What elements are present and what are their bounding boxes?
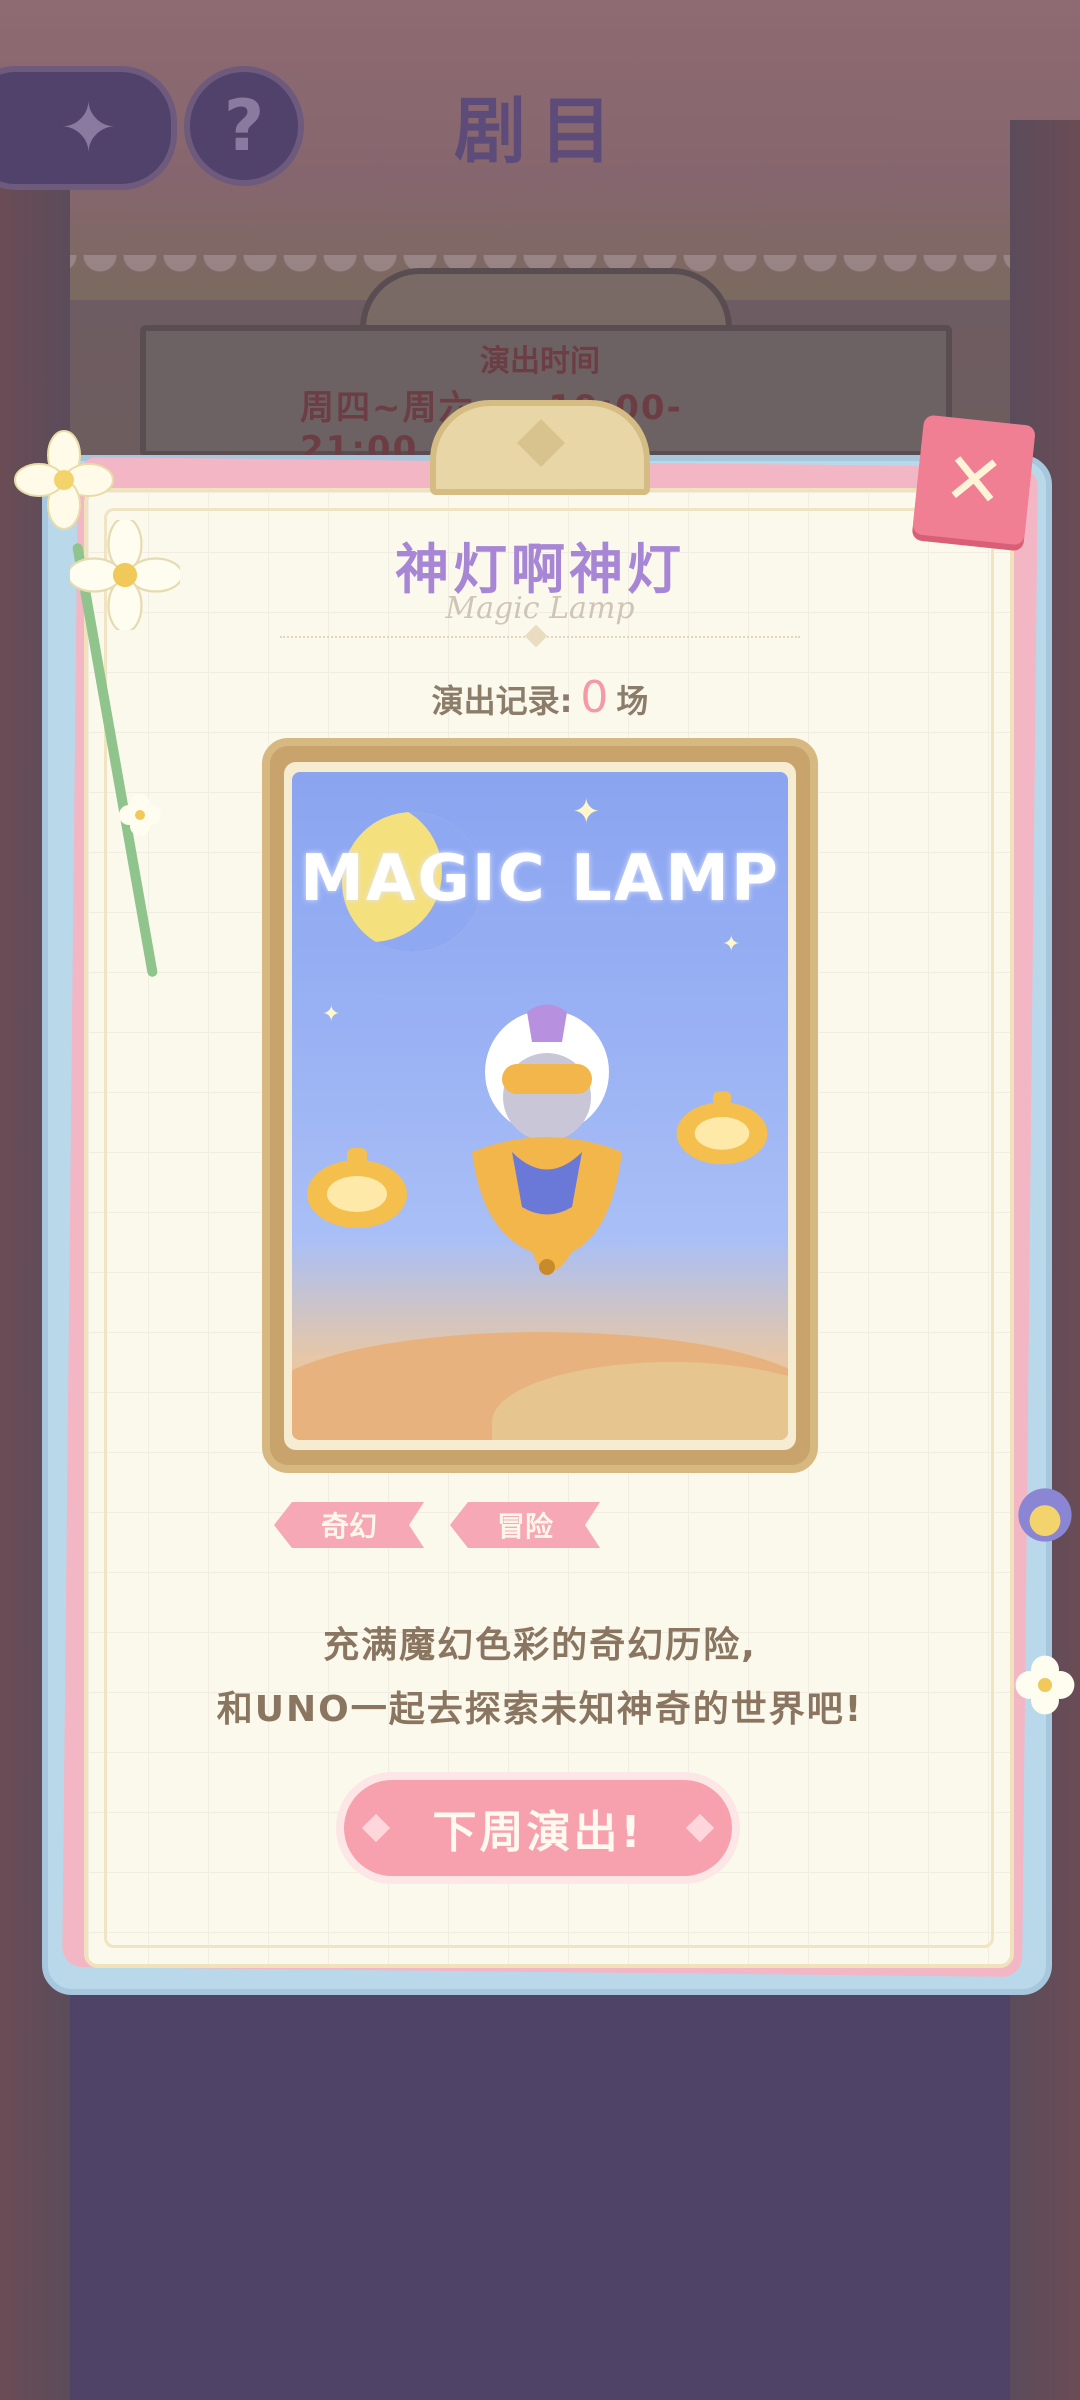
- stage-floor: [70, 1990, 1010, 2400]
- gem-icon: [361, 1813, 391, 1843]
- schedule-label: 演出时间: [480, 344, 600, 379]
- small-flower-icon: [119, 794, 161, 836]
- flower-icon: [14, 430, 114, 530]
- page-title: 剧目: [453, 89, 626, 173]
- cta-label: 下周演出!: [432, 1807, 644, 1858]
- record-label: 演出记录:: [431, 682, 573, 720]
- star-icon: ✦: [572, 792, 601, 832]
- description-line-1: 充满魔幻色彩的奇幻历险,: [323, 1625, 757, 1666]
- close-icon: ✕: [939, 435, 1009, 525]
- genie-lamp-illustration: [472, 1004, 622, 1275]
- tag-fantasy: 奇幻: [274, 1502, 424, 1548]
- left-lantern-icon: [307, 1148, 407, 1228]
- description-line-2: 和UNO一起去探索未知神奇的世界吧!: [216, 1689, 864, 1730]
- poster-title-text: MAGIC LAMP: [300, 842, 780, 916]
- performance-record: 演出记录: 0 场: [0, 672, 1080, 723]
- star-icon: ✦: [322, 1002, 341, 1027]
- show-subtitle: Magic Lamp: [445, 591, 635, 626]
- show-poster[interactable]: ✦ ✦ ✦ MAGIC LAMP: [292, 772, 788, 1440]
- perform-next-week-button[interactable]: 下周演出!: [344, 1780, 732, 1876]
- card-crest-icon: [430, 400, 650, 495]
- star-icon: ✦: [722, 932, 741, 957]
- record-unit: 场: [616, 682, 649, 720]
- pansy-icon: [1018, 1488, 1072, 1542]
- tag-adventure: 冒险: [450, 1502, 600, 1548]
- gem-icon: [685, 1813, 715, 1843]
- record-count: 0: [580, 672, 609, 723]
- right-lantern-icon: [676, 1091, 768, 1165]
